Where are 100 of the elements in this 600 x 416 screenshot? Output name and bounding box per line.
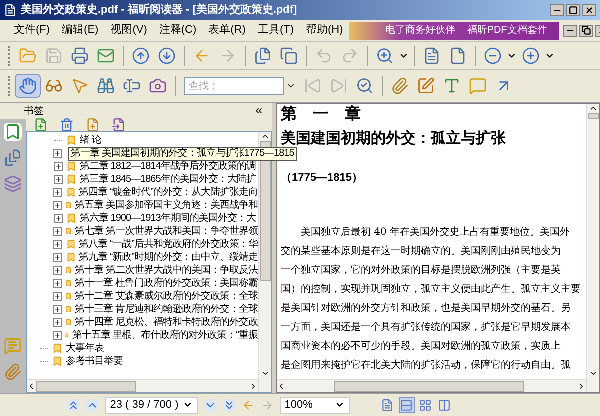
menu-item[interactable]: 视图(V) [104,22,154,39]
horizontal-scrollbar[interactable] [277,379,586,392]
banner-product: 福昕PDF文档套件 [467,24,548,38]
body-text-line: 是美国针对欧洲的外交方针和政策，也是美国早期外交的基石。另 [281,302,572,316]
new-bookmark-icon[interactable] [86,118,100,132]
continuous-button[interactable] [398,397,415,413]
envelope-icon [97,46,115,64]
ad-banner[interactable]: 电了商务好伙伴 福昕PDF文档套件 [349,22,560,40]
banner-slogan: 电了商务好伙伴 [385,24,456,38]
next-page-icon[interactable] [204,398,217,412]
move-bookmark-icon[interactable] [112,118,126,132]
zoom-in-icon [522,46,540,64]
bookmark-item[interactable]: 第十五章 里根、布什政府的对外政策：“重振 [72,330,258,342]
expand-icon[interactable] [54,162,62,171]
expand-icon[interactable] [53,292,62,301]
scroll-up-icon[interactable] [260,132,270,141]
expand-icon[interactable] [53,149,62,158]
add-bookmark-icon[interactable] [34,118,48,132]
caret-icon[interactable] [334,400,345,410]
chapter-heading: 美国建国初期的外交：孤立与扩张 [281,130,507,148]
scrollbar-thumb[interactable] [588,113,598,119]
facing-button[interactable] [418,397,434,413]
restore-button[interactable] [579,24,594,36]
previous-page-icon[interactable] [86,398,100,412]
continuous-facing-button[interactable] [436,397,453,413]
close-button[interactable] [582,4,596,16]
expand-icon[interactable] [53,266,62,275]
minimize-button[interactable] [563,24,578,36]
layers-tab-icon[interactable] [4,175,22,193]
caret-icon[interactable] [182,400,193,410]
scroll-down-icon[interactable] [260,369,270,378]
scrollbar-thumb[interactable] [36,380,136,392]
menu-item[interactable]: 编辑(E) [56,22,105,39]
expand-icon[interactable] [54,175,62,184]
text-box-icon [443,77,461,95]
scroll-right-icon[interactable] [249,382,258,390]
zoom-field[interactable]: 100% [280,396,350,414]
delete-icon[interactable] [60,118,74,132]
first-page-icon[interactable] [67,398,80,412]
window-title: 美国外交政策史.pdf - 福昕阅读器 - [美国外交政策史.pdf] [21,2,298,18]
text-select-icon [123,77,141,95]
menu-item[interactable]: 注释(C) [153,22,203,39]
find-previous-icon [304,77,322,95]
collapse-icon[interactable] [254,106,264,116]
search-field[interactable]: 查找： [184,77,284,95]
bookmark-item[interactable]: 参考书目举要 [66,356,123,368]
bookmark-item[interactable]: 第十一章 杜鲁门政府的外交政策：美国称霸 [75,278,258,290]
scrollbar-thumb[interactable] [334,380,524,392]
scroll-left-icon[interactable] [27,382,36,390]
bookmark-item[interactable]: 第四章 “镀金时代”的外交：从大陆扩张走向 [79,186,258,198]
expand-icon[interactable] [53,279,62,288]
expand-icon[interactable] [53,201,62,210]
menu-item[interactable]: 帮助(H) [300,22,350,39]
bookmark-item[interactable]: 大事年表 [66,342,104,354]
minimize-button[interactable] [550,4,564,16]
scroll-down-icon[interactable] [588,369,598,378]
expand-icon[interactable] [53,188,62,197]
bookmark-item[interactable]: 第二章 1812—1814年战争后外交政策的调 [80,160,256,172]
scroll-left-icon[interactable] [277,382,286,390]
expand-icon[interactable] [53,305,62,314]
body-text-line: 美国独立后最初 40 年在美国外交史上占有重要地位。美国外 [300,226,572,240]
chapter-number: 第 一 章 [281,106,362,124]
bookmark-item[interactable]: 第十章 第二次世界大战中的美国：争取反法 [75,264,258,276]
scroll-right-icon[interactable] [577,382,586,390]
expand-icon[interactable] [53,331,62,340]
bookmark-item[interactable]: 第八章 “一战”后共和党政府的外交政策：华 [79,238,258,250]
bookmark-item[interactable]: 第六章 1900—1913年期间的美国外交：大 [80,212,256,224]
undo-icon [315,46,333,64]
horizontal-scrollbar[interactable] [27,379,258,392]
bookmark-item[interactable]: 第十三章 肯尼迪和约翰逊政府的外交：全球 [75,304,258,316]
menu-item[interactable]: 工具(T) [252,22,300,39]
bookmark-item[interactable]: 第十四章 尼克松、福特和卡特政府的外交政 [75,316,258,328]
page-number-field[interactable]: 23 ( 39 / 700 ) [105,396,198,414]
expand-icon[interactable] [53,253,62,262]
pages-tab-icon[interactable] [4,149,22,167]
pages-icon [254,46,272,64]
bookmark-item[interactable]: 第五章 美国参加帝国主义角逐：美西战争和 [75,200,258,212]
expand-icon[interactable] [54,214,62,223]
body-text-line: 一个独立国家，它的对外政策的目标是摆脱欧洲列强（主要是英 [281,264,562,278]
menu-item[interactable]: 表单(R) [202,22,252,39]
bookmark-item[interactable]: 第九章 “新政”时期的外交：由中立、绥靖走 [79,252,258,264]
bookmark-item[interactable]: 第七章 第一次世界大战和美国：争夺世界领 [75,226,258,238]
maximize-button[interactable] [566,4,580,16]
last-page-icon[interactable] [222,398,236,412]
bookmark-item[interactable]: 绪 论 [80,134,102,146]
note-icon [417,77,435,95]
facing-icon [419,398,432,412]
hand-button[interactable] [15,74,41,98]
bookmark-tab-icon[interactable] [4,123,22,141]
continuous-facing-icon [438,398,452,412]
menu-item[interactable]: 文件(F) [8,22,56,39]
bookmark-item[interactable]: 第十二章 艾森豪威尔政府的外交政策：全球 [75,290,258,302]
zoom-in-icon [376,46,394,64]
vertical-scrollbar[interactable] [586,104,599,392]
expand-icon[interactable] [53,240,62,249]
bookmark-item[interactable]: 第一章 美国建国初期的外交：孤立与扩张1775—1815 [68,146,298,160]
expand-icon[interactable] [53,318,62,327]
bookmark-item[interactable]: 第三章 1845—1865年的美国外交：大陆扩 [80,174,256,186]
expand-icon[interactable] [53,227,62,236]
scroll-up-icon[interactable] [588,104,598,113]
